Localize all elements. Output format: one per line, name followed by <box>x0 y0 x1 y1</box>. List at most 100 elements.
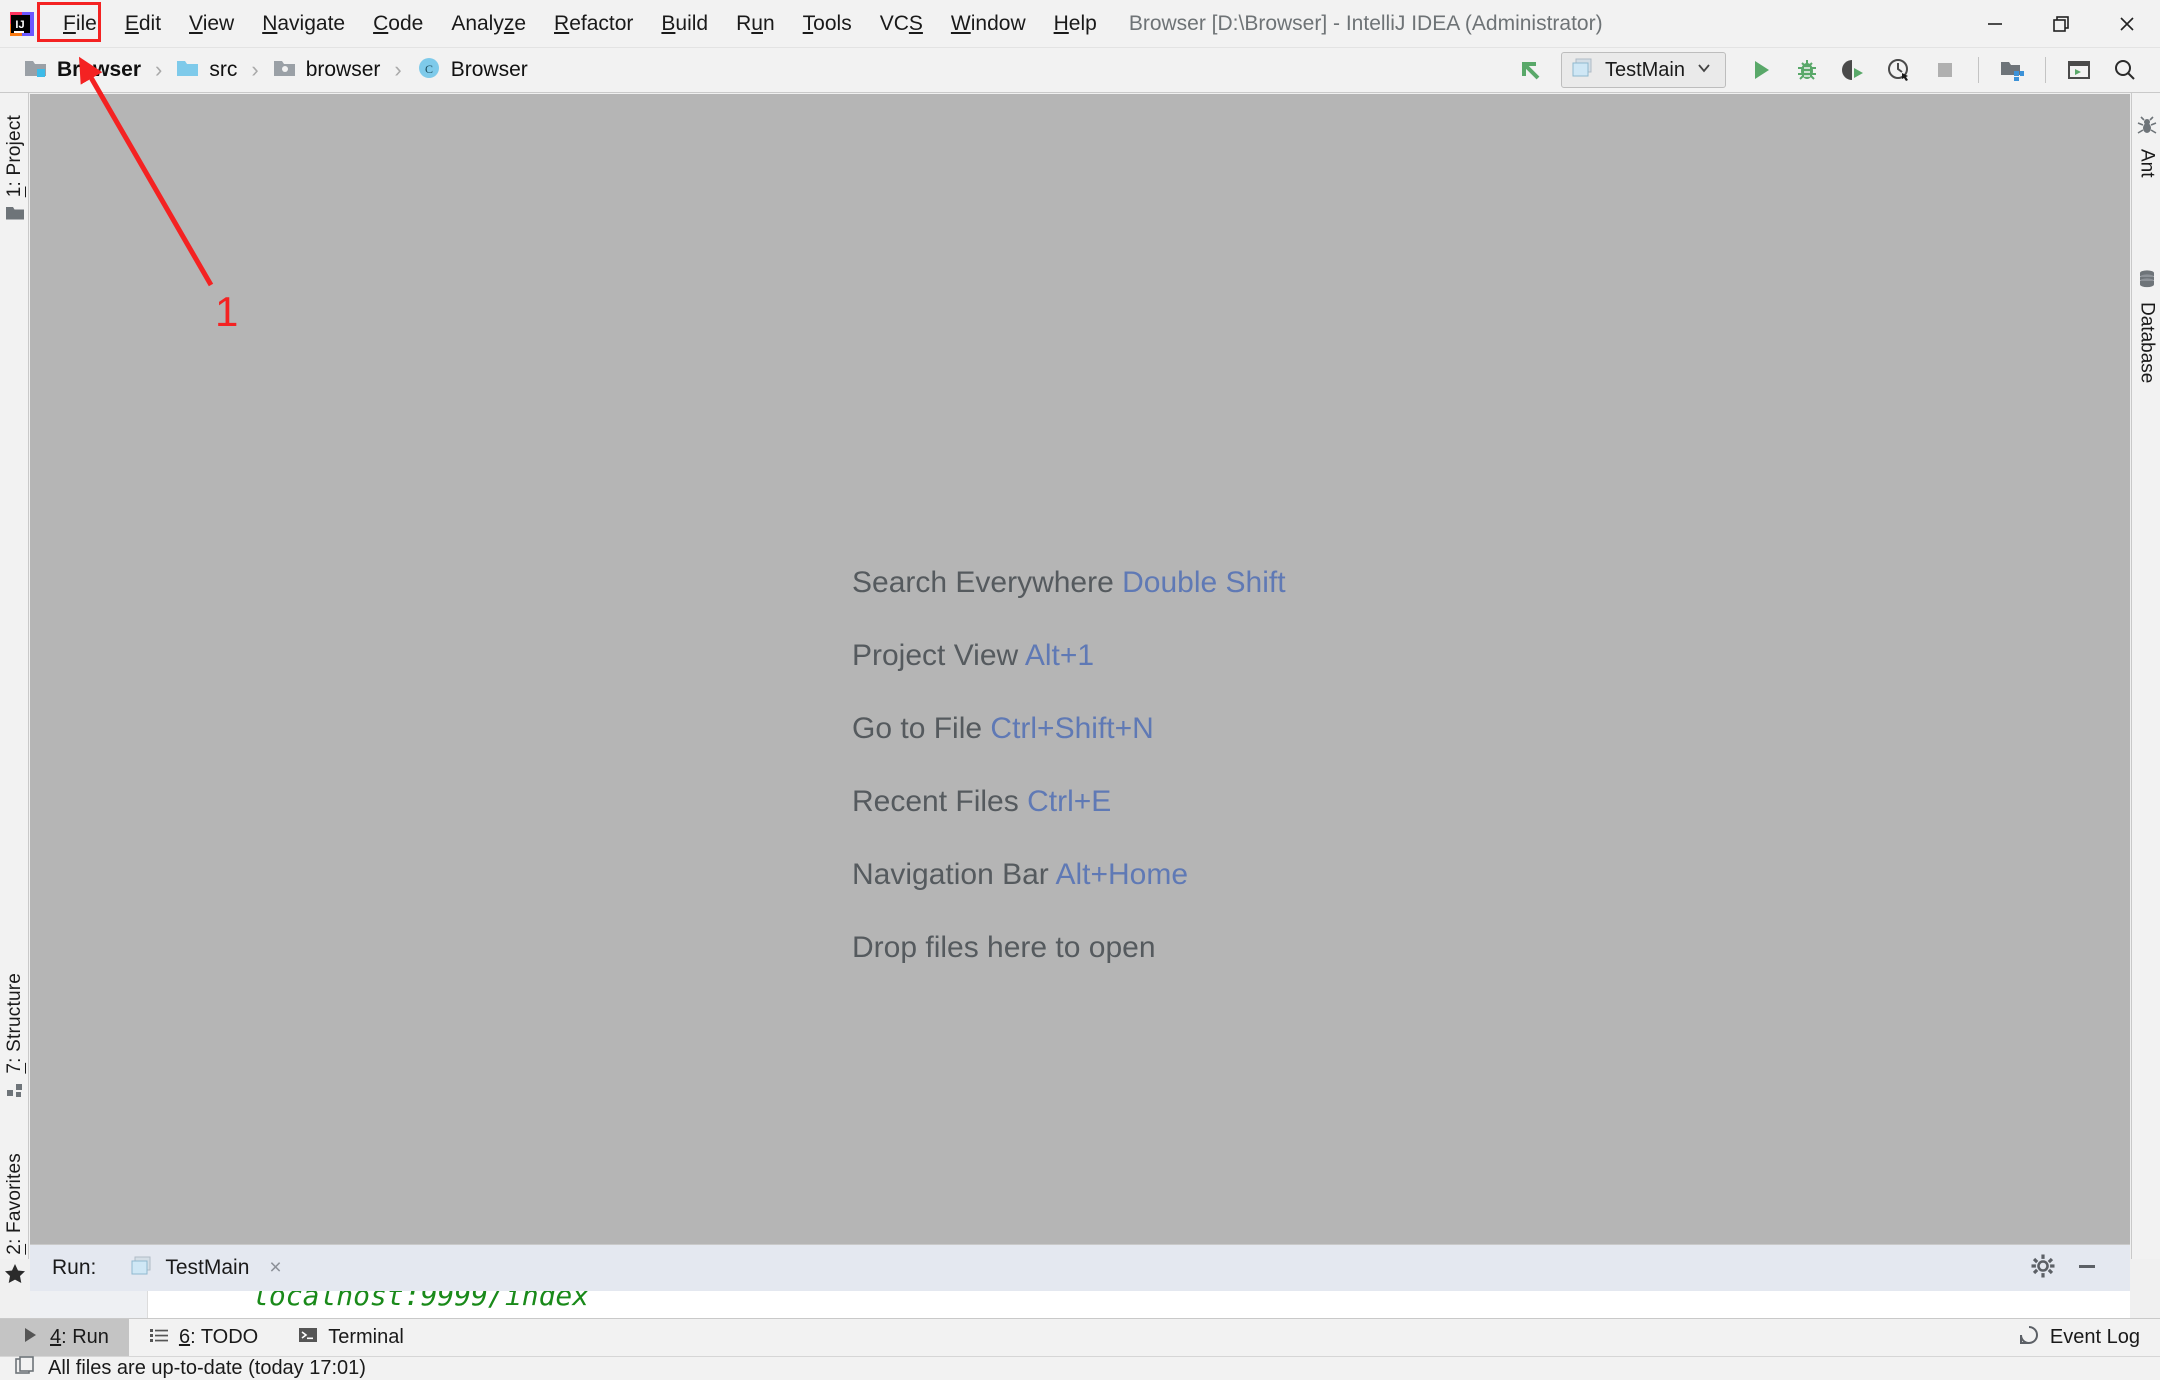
package-folder-icon <box>273 57 297 84</box>
sidebar-item-database[interactable]: Database <box>2132 268 2160 383</box>
breadcrumb-separator: › <box>394 57 402 82</box>
editor-empty-state[interactable]: Search Everywhere Double Shift Project V… <box>30 94 2130 1244</box>
layout-button[interactable] <box>2058 51 2100 89</box>
sidebar-item-label: Ant <box>2136 149 2158 178</box>
toolbar-divider <box>2045 57 2046 83</box>
breadcrumb-item-project[interactable]: Browser <box>20 55 145 86</box>
hint-shortcut: Ctrl+Shift+N <box>990 712 1154 745</box>
breadcrumb-label: src <box>209 58 238 81</box>
navigation-toolbar-row: Browser › src › browser › C Browser Test… <box>0 48 2160 93</box>
run-with-coverage-button[interactable] <box>1832 51 1874 89</box>
annotation-step-number: 1 <box>215 288 239 335</box>
breadcrumb-separator: › <box>251 57 259 82</box>
breadcrumb: Browser › src › browser › C Browser <box>0 54 532 87</box>
run-panel-actions <box>2030 1253 2130 1284</box>
breadcrumb-label: Browser <box>57 58 142 81</box>
menu-run[interactable]: Run <box>722 7 789 41</box>
event-log-icon <box>2018 1324 2040 1351</box>
sidebar-item-structure[interactable]: 7: Structure <box>0 973 29 1104</box>
status-bar: All files are up-to-date (today 17:01) <box>0 1356 2160 1380</box>
hint-shortcut: Double Shift <box>1122 566 1286 599</box>
breadcrumb-item-class[interactable]: C Browser <box>412 54 532 87</box>
window-title: Browser [D:\Browser] - IntelliJ IDEA (Ad… <box>1128 11 1603 35</box>
database-icon <box>2136 268 2158 295</box>
debug-button[interactable] <box>1786 51 1828 89</box>
menu-view[interactable]: View <box>175 7 248 41</box>
bottom-item-label: 6: TODO <box>178 1326 259 1348</box>
play-icon <box>20 1325 40 1350</box>
run-tool-window: Run: TestMain × localhost:9999/index <box>30 1244 2130 1319</box>
close-icon[interactable] <box>2094 0 2160 48</box>
terminal-icon <box>298 1325 318 1350</box>
minimize-icon[interactable] <box>2074 1253 2100 1284</box>
restore-icon[interactable] <box>2028 0 2094 48</box>
breadcrumb-separator: › <box>155 57 163 82</box>
sidebar-item-project[interactable]: 1: Project <box>0 115 29 227</box>
update-project-icon[interactable] <box>1509 51 1551 89</box>
hint-go-to-file: Go to File Ctrl+Shift+N <box>852 710 1286 748</box>
star-icon <box>4 1262 26 1289</box>
search-icon[interactable] <box>2104 51 2146 89</box>
bottom-item-todo[interactable]: 6: TODO <box>129 1319 278 1357</box>
hint-shortcut: Alt+Home <box>1055 858 1189 891</box>
folder-icon <box>5 204 25 227</box>
menu-edit[interactable]: Edit <box>111 7 175 41</box>
main-toolbar: TestMain <box>1509 51 2160 89</box>
minimize-icon[interactable] <box>1962 0 2028 48</box>
menu-bar: IJ File Edit View Navigate Code Analyze … <box>0 0 2160 48</box>
run-console[interactable]: localhost:9999/index <box>30 1291 2130 1319</box>
toolbar-divider <box>1978 57 1979 83</box>
svg-text:IJ: IJ <box>15 19 24 31</box>
menu-analyze[interactable]: Analyze <box>437 7 540 41</box>
profiler-button[interactable] <box>1878 51 1920 89</box>
run-config-name: TestMain <box>1604 58 1685 81</box>
sidebar-item-favorites[interactable]: 2: Favorites <box>0 1153 29 1289</box>
run-tab-testmain[interactable]: TestMain × <box>122 1253 289 1284</box>
breadcrumb-item-package[interactable]: browser <box>269 55 385 86</box>
run-button[interactable] <box>1740 51 1782 89</box>
bottom-item-run[interactable]: 4: Run <box>0 1318 129 1357</box>
menu-window[interactable]: Window <box>937 7 1040 41</box>
console-gutter <box>30 1291 148 1319</box>
run-configuration-selector[interactable]: TestMain <box>1560 52 1726 88</box>
window-controls <box>1962 0 2160 48</box>
hint-action: Navigation Bar <box>852 858 1049 891</box>
hint-action: Project View <box>852 639 1019 672</box>
intellij-idea-window: IJ File Edit View Navigate Code Analyze … <box>0 0 2160 1380</box>
bottom-item-label: 4: Run <box>50 1326 109 1348</box>
hint-action: Search Everywhere <box>852 566 1114 599</box>
event-log-label: Event Log <box>2049 1326 2140 1348</box>
menu-navigate[interactable]: Navigate <box>248 7 359 41</box>
hint-search-everywhere: Search Everywhere Double Shift <box>852 564 1286 602</box>
hint-shortcut: Alt+1 <box>1024 639 1095 672</box>
event-log-button[interactable]: Event Log <box>1998 1319 2160 1357</box>
project-structure-button[interactable] <box>1991 51 2033 89</box>
status-bar-message: All files are up-to-date (today 17:01) <box>48 1357 366 1379</box>
sidebar-item-label: Database <box>2136 302 2158 384</box>
svg-text:C: C <box>425 62 433 76</box>
gear-icon[interactable] <box>2030 1253 2056 1284</box>
run-panel-title: Run: <box>52 1256 97 1279</box>
hint-drop-files: Drop files here to open <box>852 929 1286 967</box>
hint-action: Go to File <box>852 712 983 745</box>
shortcut-hints-list: Search Everywhere Double Shift Project V… <box>852 564 1286 967</box>
bottom-item-label: Terminal <box>328 1326 404 1348</box>
menu-build[interactable]: Build <box>647 7 722 41</box>
menu-refactor[interactable]: Refactor <box>540 7 647 41</box>
menu-tools[interactable]: Tools <box>789 7 866 41</box>
hint-action: Recent Files <box>852 785 1019 818</box>
run-tool-window-header: Run: TestMain × <box>30 1245 2130 1291</box>
menu-code[interactable]: Code <box>359 7 437 41</box>
chevron-down-icon <box>1695 59 1713 82</box>
sidebar-item-ant[interactable]: Ant <box>2132 115 2160 178</box>
menu-file[interactable]: File <box>49 7 111 41</box>
console-output-line: localhost:9999/index <box>252 1291 590 1312</box>
menu-help[interactable]: Help <box>1040 7 1111 41</box>
close-icon[interactable]: × <box>269 1256 281 1280</box>
breadcrumb-label: browser <box>305 58 381 81</box>
breadcrumb-item-src[interactable]: src <box>172 55 241 86</box>
menu-vcs[interactable]: VCS <box>866 7 937 41</box>
bottom-item-terminal[interactable]: Terminal <box>278 1319 424 1357</box>
left-tool-window-strip: 1: Project 7: Structure 2: Favorites <box>0 93 29 1283</box>
right-tool-window-strip: Ant Database <box>2131 93 2160 1259</box>
